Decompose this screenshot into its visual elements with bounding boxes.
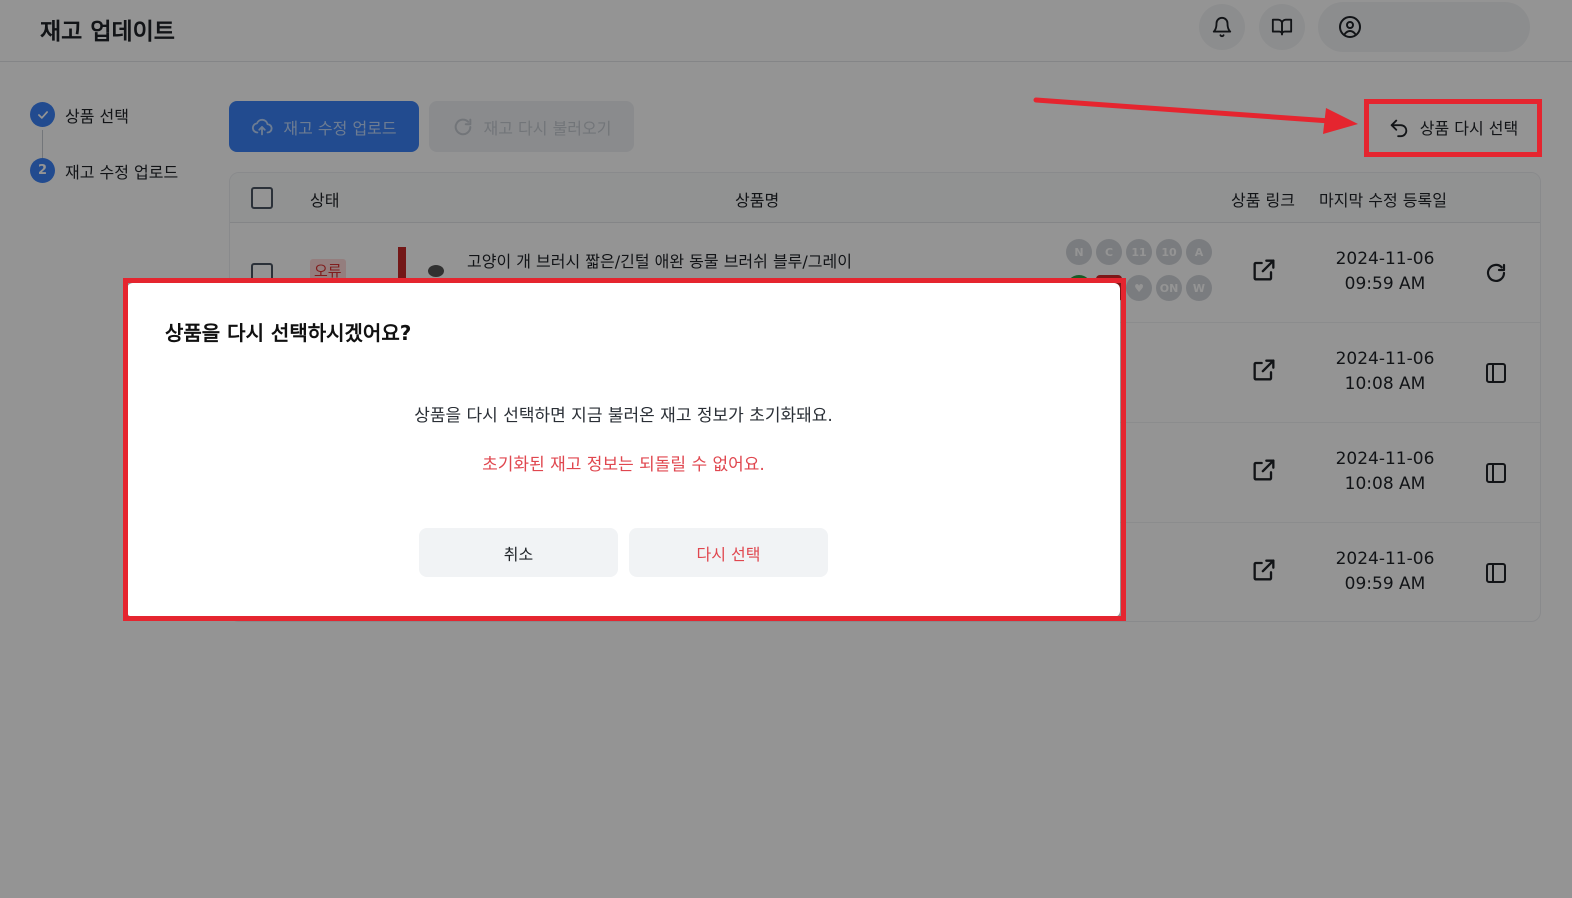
highlight-box-reselect [1364, 99, 1542, 157]
highlight-box-dialog [123, 278, 1126, 621]
